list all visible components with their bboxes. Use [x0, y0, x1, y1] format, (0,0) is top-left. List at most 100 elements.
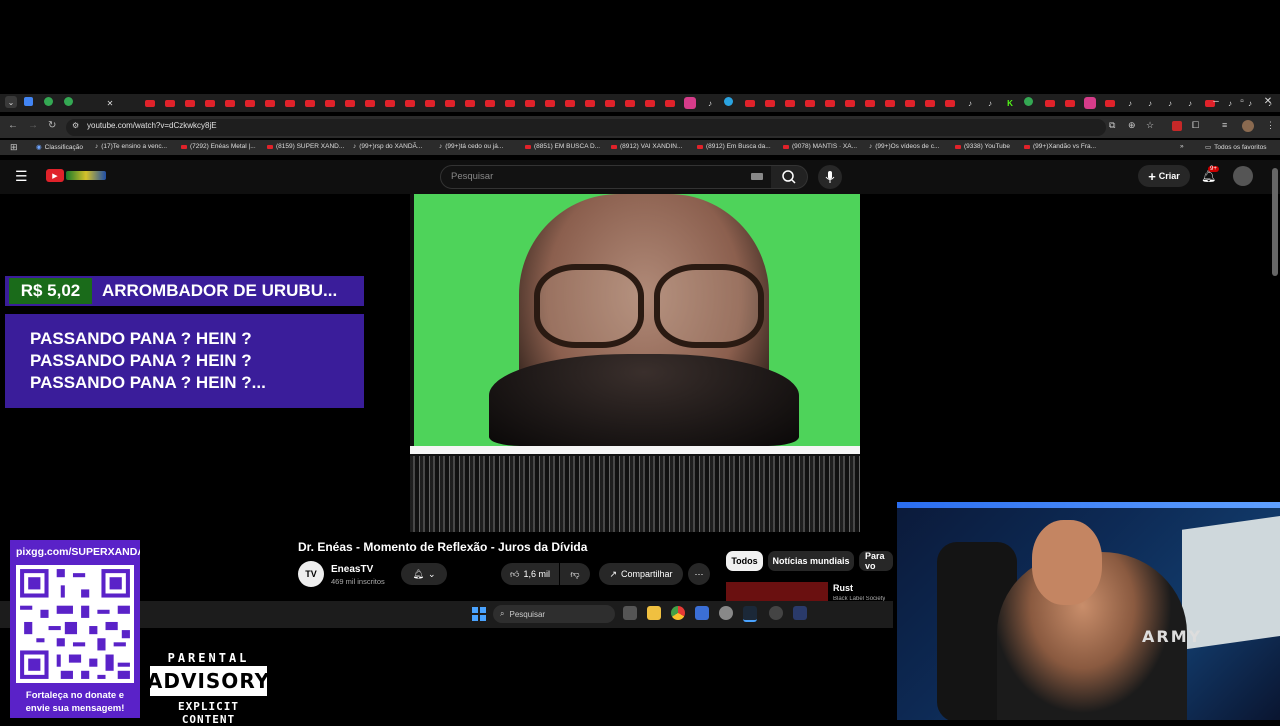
- site-info-icon[interactable]: ⚙: [72, 121, 79, 130]
- close-window-icon[interactable]: ✕: [1260, 96, 1276, 107]
- recommended-title[interactable]: Rust: [833, 583, 853, 593]
- bookmark-item[interactable]: (99+)Xandão vs Fra...: [1024, 143, 1096, 150]
- youtube-logo-icon[interactable]: ▶: [46, 169, 64, 182]
- tab-instagram-icon[interactable]: [684, 97, 696, 109]
- chip-for-you[interactable]: Para vo: [859, 551, 893, 571]
- url-text[interactable]: youtube.com/watch?v=dCzkwkcy8jE: [87, 121, 217, 130]
- install-app-icon[interactable]: ⧉: [1109, 120, 1115, 131]
- tab-kick-icon[interactable]: K: [1004, 97, 1016, 109]
- tab-youtube-icon[interactable]: [324, 97, 336, 109]
- page-scrollbar[interactable]: [1272, 168, 1278, 276]
- back-arrow-icon[interactable]: ←: [8, 120, 18, 131]
- channel-name[interactable]: EneasTV: [331, 564, 373, 575]
- tab-youtube-icon[interactable]: [824, 97, 836, 109]
- tab-youtube-icon[interactable]: [184, 97, 196, 109]
- tab-youtube-icon[interactable]: [584, 97, 596, 109]
- tab-youtube-icon[interactable]: [924, 97, 936, 109]
- tab-youtube-icon[interactable]: [504, 97, 516, 109]
- tab-tiktok-icon[interactable]: ♪: [704, 97, 716, 109]
- profile-avatar[interactable]: [1242, 120, 1254, 132]
- tab-youtube-icon[interactable]: [624, 97, 636, 109]
- bookmark-item[interactable]: ♪ (99+)Os vídeos de c...: [869, 143, 939, 150]
- tab-youtube-icon[interactable]: [544, 97, 556, 109]
- more-bookmarks-icon[interactable]: »: [1180, 143, 1184, 150]
- dislike-button[interactable]: 👎︎: [560, 563, 590, 585]
- bookmark-item[interactable]: (8159) SUPER XAND...: [267, 143, 344, 150]
- voice-search-button[interactable]: [818, 165, 842, 189]
- all-bookmarks-folder[interactable]: ▭ Todos os favoritos: [1205, 143, 1267, 152]
- tab-youtube-icon[interactable]: [464, 97, 476, 109]
- tab-youtube-icon[interactable]: [764, 97, 776, 109]
- zoom-icon[interactable]: ⊕: [1128, 120, 1136, 131]
- tab-youtube-icon[interactable]: [744, 97, 756, 109]
- tab-site-icon[interactable]: [44, 97, 53, 106]
- tab-youtube-icon[interactable]: [1044, 97, 1056, 109]
- tab-search-chevron-icon[interactable]: ⌄: [5, 96, 17, 108]
- bookmark-item[interactable]: ♪ (99+)tá cedo ou já...: [439, 143, 503, 150]
- tab-youtube-icon[interactable]: [884, 97, 896, 109]
- tab-youtube-icon[interactable]: [384, 97, 396, 109]
- bookmark-item[interactable]: ♪ (99+)rsp do XANDÃ...: [353, 143, 422, 150]
- bookmark-item[interactable]: (9338) YouTube: [955, 143, 1010, 150]
- tab-tiktok-icon[interactable]: ♪: [1184, 97, 1196, 109]
- account-avatar[interactable]: [1233, 166, 1253, 186]
- hamburger-menu-icon[interactable]: ☰: [15, 168, 28, 185]
- tab-youtube-icon[interactable]: [264, 97, 276, 109]
- tab-tiktok-icon[interactable]: ♪: [964, 97, 976, 109]
- tab-site-icon[interactable]: [1024, 97, 1033, 106]
- tab-youtube-icon[interactable]: [144, 97, 156, 109]
- reading-list-icon[interactable]: ≡: [1222, 120, 1227, 130]
- search-button[interactable]: [771, 165, 808, 189]
- tab-tiktok-icon[interactable]: ♪: [984, 97, 996, 109]
- tab-youtube-icon[interactable]: [444, 97, 456, 109]
- app-icon[interactable]: [695, 606, 709, 620]
- tab-youtube-icon[interactable]: [364, 97, 376, 109]
- extension-icon[interactable]: [1172, 121, 1182, 131]
- settings-icon[interactable]: [719, 606, 733, 620]
- steam-icon[interactable]: [743, 606, 757, 622]
- video-player[interactable]: [410, 194, 860, 532]
- bookmark-star-icon[interactable]: ☆: [1146, 120, 1154, 131]
- subscribed-bell-button[interactable]: 🔔︎ ⌄: [401, 563, 447, 585]
- tab-close-icon[interactable]: ✕: [104, 97, 116, 109]
- tab-youtube-icon[interactable]: [284, 97, 296, 109]
- obs-icon[interactable]: [769, 606, 783, 620]
- app-icon[interactable]: [793, 606, 807, 620]
- tab-youtube-icon[interactable]: [524, 97, 536, 109]
- tab-youtube-icon[interactable]: [344, 97, 356, 109]
- bookmark-item[interactable]: ♪ (17)Te ensino a venc...: [95, 143, 167, 150]
- tab-youtube-icon[interactable]: [224, 97, 236, 109]
- tab-youtube-icon[interactable]: [644, 97, 656, 109]
- tab-youtube-icon[interactable]: [784, 97, 796, 109]
- tab-site-icon[interactable]: [64, 97, 73, 106]
- tab-instagram-icon[interactable]: [1084, 97, 1096, 109]
- minimize-icon[interactable]: –: [1208, 96, 1224, 107]
- windows-start-icon[interactable]: [472, 607, 486, 621]
- tab-youtube-icon[interactable]: [204, 97, 216, 109]
- tab-youtube-icon[interactable]: [424, 97, 436, 109]
- chrome-icon[interactable]: [671, 606, 685, 620]
- menu-dots-icon[interactable]: ⋮: [1266, 120, 1275, 131]
- file-explorer-icon[interactable]: [647, 606, 661, 620]
- tab-site-icon[interactable]: [24, 97, 33, 106]
- chip-world-news[interactable]: Notícias mundiais: [768, 551, 854, 571]
- tab-youtube-icon[interactable]: [904, 97, 916, 109]
- like-button[interactable]: 👍︎ 1,6 mil: [501, 563, 559, 585]
- bookmark-item[interactable]: (8912) Em Busca da...: [697, 143, 771, 150]
- task-view-icon[interactable]: [623, 606, 637, 620]
- doodle-logo[interactable]: [66, 171, 106, 180]
- forward-arrow-icon[interactable]: →: [28, 120, 38, 131]
- reload-icon[interactable]: ↻: [48, 120, 56, 131]
- chip-all[interactable]: Todos: [726, 551, 763, 571]
- tab-youtube-icon[interactable]: [804, 97, 816, 109]
- extensions-puzzle-icon[interactable]: ⧠: [1192, 120, 1199, 131]
- tab-youtube-icon[interactable]: [484, 97, 496, 109]
- tab-youtube-icon[interactable]: [244, 97, 256, 109]
- tab-tiktok-icon[interactable]: ♪: [1164, 97, 1176, 109]
- keyboard-icon[interactable]: [751, 173, 763, 180]
- tab-youtube-icon[interactable]: [1064, 97, 1076, 109]
- bookmark-item[interactable]: ◉ Classificação: [36, 143, 83, 152]
- tab-youtube-icon[interactable]: [1104, 97, 1116, 109]
- tab-telegram-icon[interactable]: [724, 97, 733, 106]
- channel-avatar[interactable]: TV: [298, 561, 324, 587]
